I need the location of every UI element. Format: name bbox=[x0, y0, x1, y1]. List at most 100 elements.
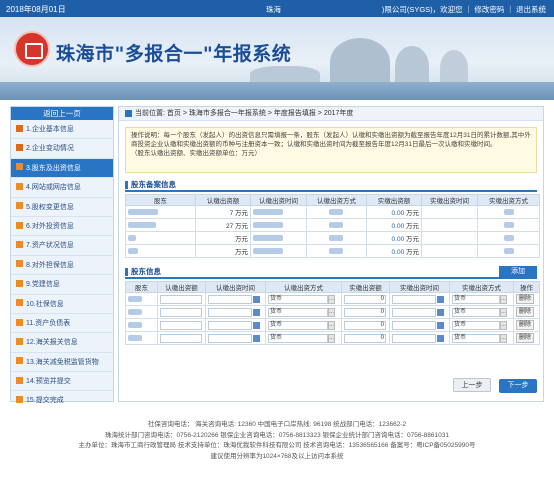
paid-method-input[interactable]: 货币 bbox=[452, 333, 500, 343]
more-icon[interactable]: … bbox=[328, 320, 335, 330]
step-icon bbox=[16, 260, 23, 268]
calendar-icon[interactable] bbox=[437, 295, 444, 303]
user-name: 珠海 bbox=[266, 5, 281, 14]
footer-line-3: 主办单位：珠海市工商行政管理局 技术支持单位：珠海优我软件科技有限公司 技术咨询… bbox=[78, 442, 476, 449]
step-buttons: 上一步 下一步 bbox=[447, 378, 537, 393]
subscribed-method-input[interactable]: 货币 bbox=[268, 294, 328, 304]
more-icon[interactable]: … bbox=[500, 333, 507, 343]
step-icon bbox=[16, 163, 23, 171]
add-shareholder-button[interactable]: 添加 bbox=[499, 266, 537, 278]
paid-date-input[interactable] bbox=[392, 307, 436, 317]
more-icon[interactable]: … bbox=[500, 320, 507, 330]
step-icon bbox=[16, 279, 23, 287]
prev-step-button[interactable]: 上一步 bbox=[453, 378, 492, 392]
user-links[interactable]: )限公司(SYGS)，欢迎您 ｜ 修改密码 ｜ 退出系统 bbox=[382, 4, 546, 15]
table-row: 27 万元 0.00 万元 bbox=[125, 218, 540, 232]
sidebar-item-10[interactable]: 10.社保信息 bbox=[11, 295, 113, 314]
current-date: 2018年08月01日 bbox=[6, 5, 66, 14]
calendar-icon[interactable] bbox=[253, 334, 260, 342]
more-icon[interactable]: … bbox=[500, 294, 507, 304]
delete-button[interactable]: 删除 bbox=[516, 320, 535, 330]
table-row: 货币… 0 货币… 删除 bbox=[125, 331, 540, 345]
footer-line-2: 珠海统计部门咨询电话：0756-2120266 银保企业咨询电话：0756-88… bbox=[105, 431, 449, 439]
subscribed-date-input[interactable] bbox=[208, 333, 252, 343]
sidebar-item-11[interactable]: 11.资产负债表 bbox=[11, 314, 113, 334]
home-icon bbox=[125, 109, 132, 117]
subscribed-date-input[interactable] bbox=[208, 320, 252, 330]
back-button[interactable]: 返回上一页 bbox=[11, 107, 113, 120]
sidebar-item-12[interactable]: 12.海关报关信息 bbox=[11, 333, 113, 353]
paid-amount-input[interactable]: 0 bbox=[344, 294, 386, 304]
calendar-icon[interactable] bbox=[253, 295, 260, 303]
subscribed-date-input[interactable] bbox=[208, 307, 252, 317]
breadcrumb: 当前位置: 首页 > 珠海市多报合一年报系统 > 年度报告填报 > 2017年度 bbox=[119, 107, 543, 121]
sidebar-item-2[interactable]: 2.企业变动情况 bbox=[11, 139, 113, 159]
delete-button[interactable]: 删除 bbox=[516, 307, 535, 317]
table-row: 货币… 0 货币… 删除 bbox=[125, 318, 540, 332]
sidebar-item-4[interactable]: 4.网站或网店信息 bbox=[11, 178, 113, 198]
paid-date-input[interactable] bbox=[392, 320, 436, 330]
step-icon bbox=[16, 318, 23, 326]
sidebar-item-13[interactable]: 13.海关减免税监管货物 bbox=[11, 353, 113, 373]
sidebar: 返回上一页 1.企业基本信息 2.企业变动情况 3.股东及出资信息 4.网站或网… bbox=[10, 106, 114, 404]
header-banner: 珠海市"多报合一"年报系统 bbox=[0, 17, 554, 100]
sidebar-item-3[interactable]: 3.股东及出资信息 bbox=[11, 158, 113, 179]
paid-method-input[interactable]: 货币 bbox=[452, 294, 500, 304]
step-icon bbox=[16, 299, 23, 307]
delete-button[interactable]: 删除 bbox=[516, 333, 535, 343]
sidebar-item-7[interactable]: 7.资产状况信息 bbox=[11, 236, 113, 256]
table-header-row: 股东 认缴出资额 认缴出资时间 认缴出资方式 实缴出资额 实缴出资时间 实缴出资方式 bbox=[125, 194, 540, 206]
sidebar-item-14[interactable]: 14.预览并提交 bbox=[11, 372, 113, 392]
subscribed-amount-input[interactable] bbox=[160, 320, 202, 330]
sidebar-item-9[interactable]: 9.党建信息 bbox=[11, 275, 113, 295]
subscribed-date-input[interactable] bbox=[208, 294, 252, 304]
calendar-icon[interactable] bbox=[253, 321, 260, 329]
table-row: 货币… 0 货币… 删除 bbox=[125, 305, 540, 319]
paid-amount-input[interactable]: 0 bbox=[344, 307, 386, 317]
table-row: 7 万元 0.00 万元 bbox=[125, 205, 540, 219]
more-icon[interactable]: … bbox=[328, 294, 335, 304]
footer: 社保咨询电话： 海关咨询电话: 12360 中国电子口岸热线: 96198 统战… bbox=[0, 420, 554, 462]
subscribed-method-input[interactable]: 货币 bbox=[268, 307, 328, 317]
sidebar-item-8[interactable]: 8.对外担保信息 bbox=[11, 256, 113, 276]
sidebar-item-5[interactable]: 5.股权变更信息 bbox=[11, 198, 113, 217]
table-row: 万元 0.00 万元 bbox=[125, 244, 540, 258]
paid-date-input[interactable] bbox=[392, 333, 436, 343]
footer-line-1: 社保咨询电话： 海关咨询电话: 12360 中国电子口岸热线: 96198 统战… bbox=[147, 421, 407, 428]
paid-date-input[interactable] bbox=[392, 294, 436, 304]
instructions-box: 操作说明：每一个股东（发起人）的出资信息只需填报一条，股东（发起人）认缴和实缴出… bbox=[125, 127, 537, 173]
step-icon bbox=[16, 182, 23, 190]
more-icon[interactable]: … bbox=[500, 307, 507, 317]
step-icon bbox=[16, 202, 23, 210]
paid-method-input[interactable]: 货币 bbox=[452, 320, 500, 330]
subscribed-method-input[interactable]: 货币 bbox=[268, 320, 328, 330]
calendar-icon[interactable] bbox=[437, 321, 444, 329]
system-logo-icon bbox=[14, 31, 50, 67]
subscribed-amount-input[interactable] bbox=[160, 333, 202, 343]
paid-amount-input[interactable]: 0 bbox=[344, 333, 386, 343]
next-step-button[interactable]: 下一步 bbox=[499, 379, 537, 393]
section-title-info: 股东信息 添加 bbox=[125, 266, 537, 279]
system-title: 珠海市"多报合一"年报系统 bbox=[56, 43, 292, 65]
sidebar-item-6[interactable]: 6.对外投资信息 bbox=[11, 217, 113, 237]
subscribed-amount-input[interactable] bbox=[160, 294, 202, 304]
step-icon bbox=[16, 144, 23, 152]
shareholder-info-table: 股东 认缴出资额 认缴出资时间 认缴出资方式 实缴出资额 实缴出资时间 实缴出资方式 操作 货… bbox=[125, 281, 540, 345]
footer-line-4: 建议使用分辨率为1024×768及以上访问本系统 bbox=[210, 452, 344, 460]
top-bar: 2018年08月01日 珠海 )限公司(SYGS)，欢迎您 ｜ 修改密码 ｜ 退… bbox=[0, 0, 554, 17]
sidebar-item-15[interactable]: 15.提交完成 bbox=[11, 391, 113, 410]
paid-method-input[interactable]: 货币 bbox=[452, 307, 500, 317]
subscribed-method-input[interactable]: 货币 bbox=[268, 333, 328, 343]
more-icon[interactable]: … bbox=[328, 307, 335, 317]
calendar-icon[interactable] bbox=[253, 308, 260, 316]
calendar-icon[interactable] bbox=[437, 334, 444, 342]
step-icon bbox=[16, 376, 23, 384]
more-icon[interactable]: … bbox=[328, 333, 335, 343]
step-icon bbox=[16, 221, 23, 229]
subscribed-amount-input[interactable] bbox=[160, 307, 202, 317]
sidebar-item-1[interactable]: 1.企业基本信息 bbox=[11, 120, 113, 140]
paid-amount-input[interactable]: 0 bbox=[344, 320, 386, 330]
table-row: 万元 0.00 万元 bbox=[125, 231, 540, 245]
delete-button[interactable]: 删除 bbox=[516, 294, 535, 304]
calendar-icon[interactable] bbox=[437, 308, 444, 316]
